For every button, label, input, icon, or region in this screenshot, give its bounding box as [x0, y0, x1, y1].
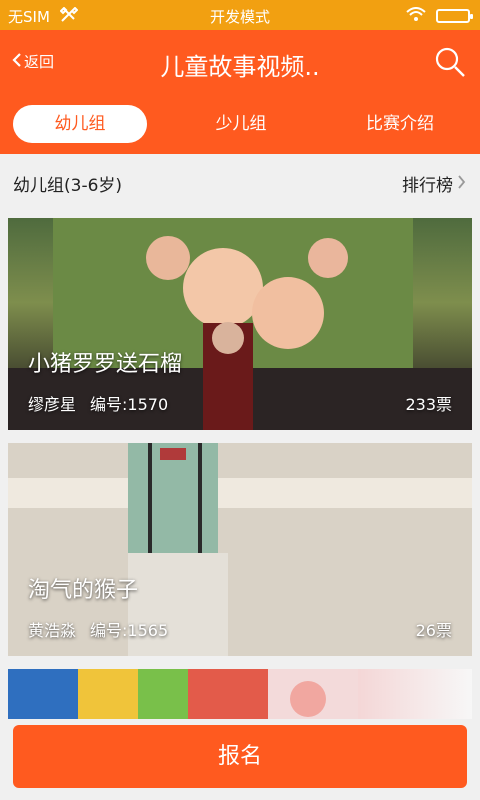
video-meta: 黄浩淼 编号:1565 — [28, 617, 168, 641]
ranking-link[interactable]: 排行榜 — [402, 171, 466, 196]
video-author: 缪彦星 — [28, 395, 77, 414]
nav-bar: 返回 儿童故事视频.. — [0, 30, 480, 96]
video-title: 淘气的猴子 — [28, 578, 139, 603]
video-votes: 26票 — [415, 621, 452, 640]
video-number: 编号:1570 — [90, 395, 169, 414]
video-card[interactable]: 淘气的猴子 黄浩淼 编号:1565 26票 — [8, 443, 472, 656]
section-title: 幼儿组(3-6岁) — [13, 176, 123, 196]
signup-button[interactable]: 报名 — [13, 725, 467, 788]
ranking-label: 排行榜 — [402, 176, 453, 196]
video-card[interactable] — [8, 669, 472, 719]
search-icon[interactable] — [434, 46, 466, 78]
video-meta: 缪彦星 编号:1570 — [28, 391, 168, 415]
tab-toddler-group[interactable]: 幼儿组 — [13, 105, 147, 143]
status-right — [406, 7, 473, 25]
video-thumbnail — [8, 669, 358, 719]
page-title: 儿童故事视频.. — [160, 53, 320, 81]
video-card[interactable]: 小猪罗罗送石榴 缪彦星 编号:1570 233票 — [8, 218, 472, 430]
video-number: 编号:1565 — [90, 621, 169, 640]
video-title: 小猪罗罗送石榴 — [28, 352, 183, 377]
battery-icon — [436, 9, 473, 23]
tab-bar: 幼儿组 少儿组 比赛介绍 — [0, 96, 480, 154]
video-votes: 233票 — [405, 395, 452, 414]
tab-children-group[interactable]: 少儿组 — [174, 105, 308, 143]
tab-contest-info[interactable]: 比赛介绍 — [333, 105, 467, 143]
status-bar: 无SIM 开发模式 — [0, 0, 480, 30]
chevron-right-icon — [457, 174, 466, 194]
video-author: 黄浩淼 — [28, 621, 77, 640]
wifi-icon — [406, 7, 426, 25]
section-header: 幼儿组(3-6岁) 排行榜 — [0, 154, 480, 210]
